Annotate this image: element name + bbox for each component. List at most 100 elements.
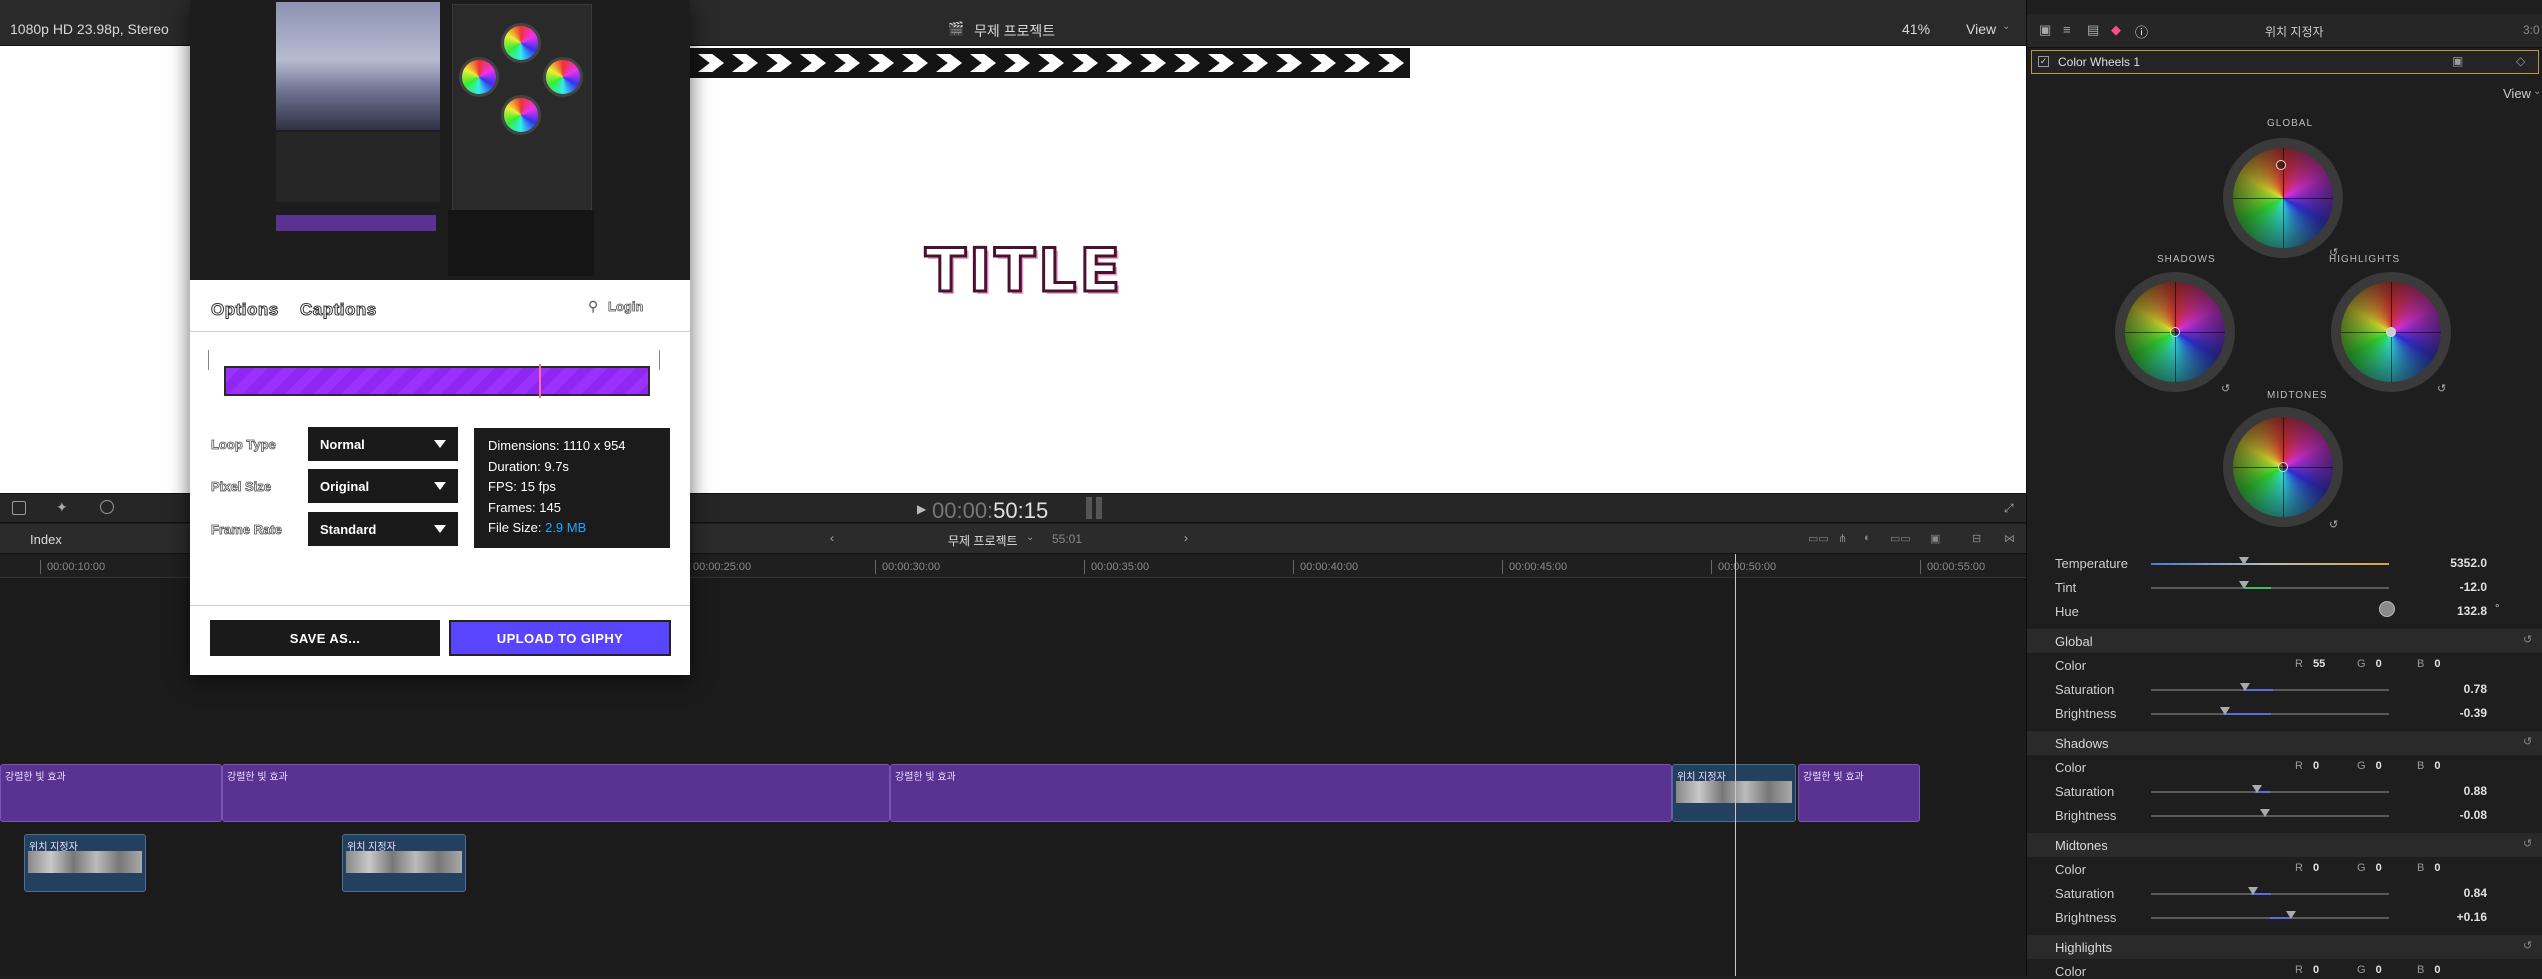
color-label: Color bbox=[2055, 964, 2087, 979]
inspector-panel: ▣ ≡ ▤ ◆ ⓘ 위치 지정자 3:0 ✓ Color Wheels 1 ▣ … bbox=[2026, 0, 2542, 979]
saturation-value[interactable]: 0.84 bbox=[2427, 886, 2487, 900]
loop-type-select[interactable]: Normal bbox=[308, 427, 458, 461]
section-global[interactable]: Global ↺ bbox=[2027, 629, 2542, 653]
effect-selector[interactable]: ✓ Color Wheels 1 ▣ ◇ bbox=[2031, 50, 2539, 74]
divider bbox=[190, 331, 690, 332]
playhead[interactable] bbox=[1735, 554, 1736, 976]
global-brightness-slider[interactable] bbox=[2151, 707, 2389, 715]
inspector-view-menu[interactable]: View bbox=[2503, 86, 2531, 101]
frame-rate-select[interactable]: Standard bbox=[308, 512, 458, 546]
slider-knob[interactable] bbox=[2248, 887, 2258, 895]
save-as-button[interactable]: SAVE AS... bbox=[210, 620, 440, 656]
reset-icon[interactable]: ↺ bbox=[2437, 382, 2446, 395]
slider-knob[interactable] bbox=[2239, 581, 2249, 589]
hue-value[interactable]: 132.8 bbox=[2427, 604, 2487, 618]
trim-bar[interactable] bbox=[224, 364, 650, 398]
tint-value[interactable]: -12.0 bbox=[2427, 580, 2487, 594]
pixel-size-select[interactable]: Original bbox=[308, 469, 458, 503]
timeline-clip[interactable]: 강렬한 빛 효과 bbox=[1798, 764, 1920, 822]
zoom-fit-icon[interactable]: ⋈ bbox=[2004, 532, 2015, 545]
saturation-value[interactable]: 0.88 bbox=[2427, 784, 2487, 798]
chevron-down-icon[interactable]: ⌄ bbox=[1026, 532, 1034, 543]
section-midtones[interactable]: Midtones ↺ bbox=[2027, 833, 2542, 857]
timeline-clip[interactable]: 강렬한 빛 효과 bbox=[890, 764, 1672, 822]
brightness-value[interactable]: -0.39 bbox=[2427, 706, 2487, 720]
trim-handle-left[interactable] bbox=[208, 350, 212, 370]
info-icon[interactable]: ⓘ bbox=[2135, 22, 2148, 41]
inspector-title: 위치 지정자 bbox=[2265, 25, 2324, 39]
reset-icon[interactable]: ↺ bbox=[2221, 382, 2230, 395]
slider-knob[interactable] bbox=[2220, 707, 2230, 715]
playhead-grip[interactable] bbox=[1096, 497, 1102, 519]
login-link[interactable]: Login bbox=[608, 299, 644, 315]
effect-name[interactable]: Color Wheels 1 bbox=[2058, 55, 2140, 69]
chevron-down-icon[interactable]: ⌄ bbox=[2533, 86, 2541, 97]
chevron-down-icon[interactable]: ⌄ bbox=[2002, 21, 2010, 32]
audio-inspector-icon[interactable]: ≡ bbox=[2063, 22, 2071, 37]
mask-icon[interactable]: ▣ bbox=[2452, 54, 2463, 68]
snapping-icon[interactable]: ▭▭ bbox=[1890, 532, 1911, 545]
timeline-project-name[interactable]: 무제 프로젝트 bbox=[948, 532, 1018, 549]
tab-options[interactable]: Options bbox=[211, 300, 279, 320]
crop-icon[interactable] bbox=[12, 501, 26, 515]
section-highlights[interactable]: Highlights ↺ bbox=[2027, 935, 2542, 959]
timeline-clip[interactable]: 위치 지정자 bbox=[342, 834, 466, 892]
video-inspector-icon[interactable]: ▣ bbox=[2039, 22, 2051, 38]
slider-knob[interactable] bbox=[2260, 809, 2270, 817]
timeline-clip[interactable]: 위치 지정자 bbox=[24, 834, 146, 892]
tint-slider[interactable] bbox=[2151, 581, 2389, 589]
timeline-clip[interactable]: 강렬한 빛 효과 bbox=[222, 764, 890, 822]
slider-knob[interactable] bbox=[2240, 683, 2250, 691]
info-list-icon[interactable]: ▤ bbox=[2087, 22, 2099, 38]
slider-knob[interactable] bbox=[2239, 557, 2249, 565]
midtones-saturation-slider[interactable] bbox=[2151, 887, 2389, 895]
temperature-slider[interactable] bbox=[2151, 557, 2389, 565]
playhead-grip[interactable] bbox=[1086, 497, 1092, 519]
temperature-label: Temperature bbox=[2055, 556, 2128, 571]
chevron-down-icon[interactable]: ⌄ bbox=[1922, 21, 1930, 32]
timeline-clip[interactable]: 위치 지정자 bbox=[1672, 764, 1796, 822]
slider-knob[interactable] bbox=[2286, 911, 2296, 919]
audio-icon[interactable]: ◐ bbox=[1864, 532, 1871, 544]
tab-captions[interactable]: Captions bbox=[300, 300, 377, 320]
skimming-icon[interactable]: ⋔ bbox=[1838, 532, 1847, 545]
layout-icon[interactable]: ⊟ bbox=[1972, 532, 1981, 545]
global-color-wheel[interactable] bbox=[2223, 138, 2343, 258]
timeline-clip[interactable]: 강렬한 빛 효과 bbox=[0, 764, 222, 822]
saturation-value[interactable]: 0.78 bbox=[2427, 682, 2487, 696]
shadows-brightness-slider[interactable] bbox=[2151, 809, 2389, 817]
highlights-color-wheel[interactable] bbox=[2331, 272, 2451, 392]
section-shadows[interactable]: Shadows ↺ bbox=[2027, 731, 2542, 755]
index-button[interactable]: Index bbox=[30, 532, 62, 547]
trim-handle-right[interactable] bbox=[656, 350, 660, 370]
view-menu[interactable]: View bbox=[1966, 21, 1996, 37]
global-saturation-slider[interactable] bbox=[2151, 683, 2389, 691]
magic-wand-icon[interactable]: ✦ bbox=[56, 499, 68, 516]
shadows-color-wheel[interactable] bbox=[2115, 272, 2235, 392]
speed-icon[interactable] bbox=[100, 500, 114, 514]
reset-icon[interactable]: ↺ bbox=[2329, 518, 2338, 531]
shadows-saturation-slider[interactable] bbox=[2151, 785, 2389, 793]
slider-knob[interactable] bbox=[2252, 785, 2262, 793]
checkbox-icon[interactable]: ✓ bbox=[2038, 56, 2049, 67]
fullscreen-icon[interactable]: ⤢ bbox=[2004, 501, 2014, 516]
forward-arrow-icon[interactable]: › bbox=[1184, 531, 1188, 545]
midtones-brightness-slider[interactable] bbox=[2151, 911, 2389, 919]
trim-playhead[interactable] bbox=[539, 364, 541, 398]
upload-to-giphy-button[interactable]: UPLOAD TO GIPHY bbox=[449, 620, 671, 656]
brightness-value[interactable]: -0.08 bbox=[2427, 808, 2487, 822]
midtones-color-wheel[interactable] bbox=[2223, 407, 2343, 527]
color-inspector-icon[interactable]: ◆ bbox=[2111, 22, 2121, 38]
back-arrow-icon[interactable]: ‹ bbox=[830, 531, 834, 545]
clip-appearance-icon[interactable]: ▭▭ bbox=[1808, 532, 1829, 545]
wheel-label-midtones: MIDTONES bbox=[2267, 390, 2328, 401]
lock-icon[interactable]: ▣ bbox=[1930, 532, 1940, 545]
giphy-capture-window: Options Captions ⚲ Login Loop Type Norma… bbox=[190, 0, 690, 675]
play-icon[interactable]: ▶ bbox=[917, 502, 926, 516]
user-icon[interactable]: ⚲ bbox=[588, 298, 598, 315]
brightness-value[interactable]: +0.16 bbox=[2427, 910, 2487, 924]
keyframe-icon[interactable]: ◇ bbox=[2516, 54, 2525, 68]
ruler-tick: 00:00:30:00 bbox=[875, 560, 940, 574]
temperature-value[interactable]: 5352.0 bbox=[2427, 556, 2487, 570]
hue-dial[interactable] bbox=[2379, 601, 2395, 617]
